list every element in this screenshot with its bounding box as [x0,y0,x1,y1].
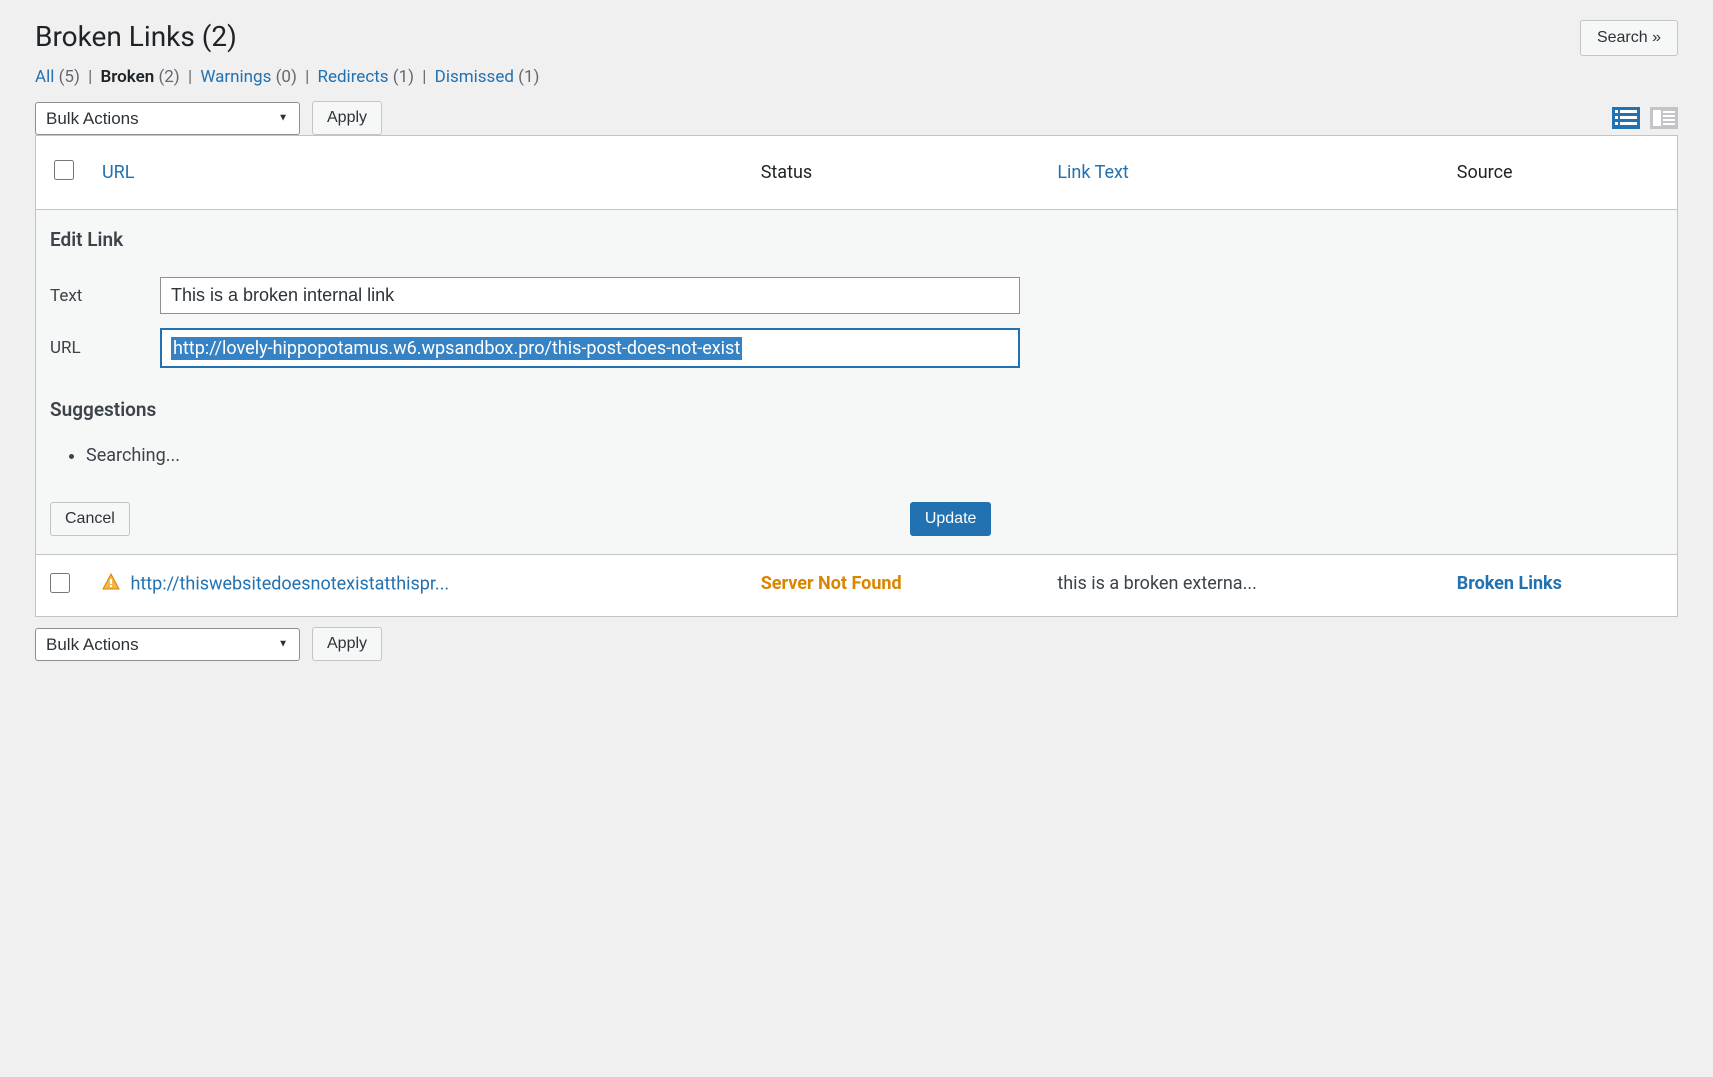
bulk-actions-select-bottom[interactable]: Bulk Actions [35,628,300,661]
search-button[interactable]: Search » [1580,20,1678,56]
filter-redirects-label: Redirects [317,67,388,87]
link-url-input[interactable]: http://lovely-hippopotamus.w6.wpsandbox.… [160,328,1020,368]
filter-broken-count: (2) [158,67,179,87]
filter-warnings[interactable]: Warnings [200,67,271,87]
column-status: Status [747,136,1044,210]
select-all-checkbox[interactable] [54,160,74,180]
filter-warnings-count: (0) [276,67,297,87]
row-link-text: this is a broken externa... [1043,555,1442,617]
bulk-actions-select[interactable]: Bulk Actions [35,102,300,135]
column-source: Source [1443,136,1678,210]
filter-all-label: All [35,67,54,87]
column-link-text[interactable]: Link Text [1043,136,1442,210]
row-checkbox[interactable] [50,573,70,593]
list-view-icon[interactable] [1612,106,1640,130]
edit-link-heading: Edit Link [50,228,1663,251]
filter-broken[interactable]: Broken [100,67,154,87]
row-source-link[interactable]: Broken Links [1457,573,1562,594]
url-selected-text: http://lovely-hippopotamus.w6.wpsandbox.… [171,337,742,360]
page-title: Broken Links (2) [35,20,539,53]
excerpt-view-icon[interactable] [1650,106,1678,130]
apply-button-bottom[interactable]: Apply [312,627,382,661]
suggestions-heading: Suggestions [50,398,1663,421]
filter-redirects[interactable]: Redirects [317,67,388,87]
text-label: Text [50,286,160,306]
filter-all-count: (5) [59,67,80,87]
filter-links: All (5) | Broken (2) | Warnings (0) | Re… [35,67,539,87]
url-label: URL [50,338,160,358]
filter-broken-label: Broken [100,67,154,87]
links-table: URL Status Link Text Source Edit Link Te… [35,135,1678,617]
cancel-button[interactable]: Cancel [50,502,130,536]
update-button[interactable]: Update [910,502,992,536]
row-status: Server Not Found [761,573,902,594]
apply-button[interactable]: Apply [312,101,382,135]
filter-redirects-count: (1) [393,67,414,87]
inline-edit-row: Edit Link Text URL http://lovely-hippopo… [36,210,1678,555]
link-text-input[interactable] [160,277,1020,314]
filter-dismissed-label: Dismissed [435,67,514,87]
filter-all[interactable]: All [35,67,54,87]
table-row: http://thiswebsitedoesnotexistatthispr..… [36,555,1678,617]
suggestion-searching: Searching... [86,445,1663,466]
filter-dismissed-count: (1) [518,67,539,87]
row-url-link[interactable]: http://thiswebsitedoesnotexistatthispr..… [130,573,449,594]
filter-dismissed[interactable]: Dismissed [435,67,514,87]
warning-icon [102,573,120,596]
filter-warnings-label: Warnings [200,67,271,87]
column-url[interactable]: URL [88,136,747,210]
